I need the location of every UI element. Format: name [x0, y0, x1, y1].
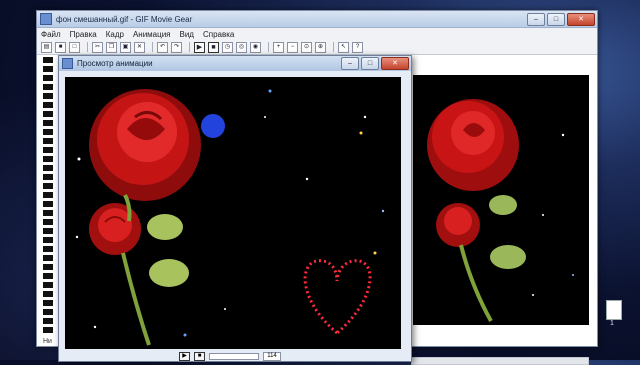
- new-icon[interactable]: □: [69, 41, 80, 53]
- preview-minimize-button[interactable]: –: [341, 57, 359, 70]
- palette-icon[interactable]: ◉: [250, 41, 261, 53]
- window-title: фон смешанный.gif - GIF Movie Gear: [56, 14, 193, 24]
- rose-bud-icon: [89, 203, 141, 255]
- status-text: Ни: [43, 338, 52, 345]
- rose-icon: [89, 89, 201, 201]
- menu-frame[interactable]: Кадр: [106, 30, 124, 39]
- toolbar-separator: [189, 42, 190, 52]
- copy-icon[interactable]: ❐: [106, 41, 117, 53]
- file-label[interactable]: 1: [610, 320, 614, 327]
- film-strip: [43, 57, 53, 335]
- cut-icon[interactable]: ✂: [92, 41, 103, 53]
- zoom-fit-icon[interactable]: ⊙: [301, 41, 312, 53]
- help-icon[interactable]: ?: [352, 41, 363, 53]
- play-icon[interactable]: ▶: [194, 41, 205, 53]
- preview-app-icon: [62, 58, 73, 69]
- menu-view[interactable]: Вид: [180, 30, 194, 39]
- menu-animation[interactable]: Анимация: [133, 30, 171, 39]
- leaf-icon: [147, 214, 183, 240]
- toolbar-separator: [333, 42, 334, 52]
- main-titlebar[interactable]: фон смешанный.gif - GIF Movie Gear – □ ✕: [37, 11, 597, 28]
- preview-dialog: Просмотр анимации – □ ✕ ▶ ■ 114: [58, 55, 412, 362]
- save-icon[interactable]: ■: [55, 41, 66, 53]
- menu-file[interactable]: Файл: [41, 30, 61, 39]
- toolbar: ▤ ■ □ ✂ ❐ ▣ ✕ ↶ ↷ ▶ ■ ◷ ◎ ◉ + − ⊙ ⊕ ↖ ?: [37, 40, 597, 55]
- timer-icon[interactable]: ◷: [222, 41, 233, 53]
- delete-icon[interactable]: ✕: [134, 41, 145, 53]
- rose-icon: [427, 99, 519, 191]
- horizontal-scrollbar[interactable]: [411, 357, 589, 365]
- paste-icon[interactable]: ▣: [120, 41, 131, 53]
- zoom-in-icon[interactable]: +: [273, 41, 284, 53]
- rose-bud-icon: [436, 203, 480, 247]
- undo-icon[interactable]: ↶: [157, 41, 168, 53]
- heart-icon: [303, 259, 372, 335]
- preview-canvas[interactable]: [65, 77, 401, 349]
- preview-title: Просмотр анимации: [77, 59, 153, 68]
- frame-image: [427, 99, 574, 322]
- preview-maximize-button[interactable]: □: [361, 57, 379, 70]
- animation-frame[interactable]: [413, 75, 589, 325]
- toolbar-separator: [87, 42, 88, 52]
- preview-titlebar[interactable]: Просмотр анимации – □ ✕: [59, 56, 411, 71]
- close-button[interactable]: ✕: [567, 12, 595, 26]
- cursor-highlight: [201, 114, 225, 138]
- menubar: Файл Правка Кадр Анимация Вид Справка: [37, 28, 597, 40]
- toolbar-separator: [152, 42, 153, 52]
- zoom-reset-icon[interactable]: ⊕: [315, 41, 326, 53]
- menu-help[interactable]: Справка: [203, 30, 234, 39]
- stop-icon[interactable]: ■: [208, 41, 219, 53]
- app-icon: [40, 13, 52, 25]
- whats-this-icon[interactable]: ↖: [338, 41, 349, 53]
- frame-slider[interactable]: [209, 353, 259, 360]
- zoom-out-icon[interactable]: −: [287, 41, 298, 53]
- menu-edit[interactable]: Правка: [70, 30, 97, 39]
- toolbar-separator: [268, 42, 269, 52]
- file-icon[interactable]: [606, 300, 622, 320]
- minimize-button[interactable]: –: [527, 12, 545, 26]
- redo-icon[interactable]: ↷: [171, 41, 182, 53]
- preview-image: [75, 89, 385, 346]
- maximize-button[interactable]: □: [547, 12, 565, 26]
- optimize-icon[interactable]: ◎: [236, 41, 247, 53]
- leaf-icon: [149, 259, 189, 287]
- preview-close-button[interactable]: ✕: [381, 57, 409, 70]
- open-icon[interactable]: ▤: [41, 41, 52, 53]
